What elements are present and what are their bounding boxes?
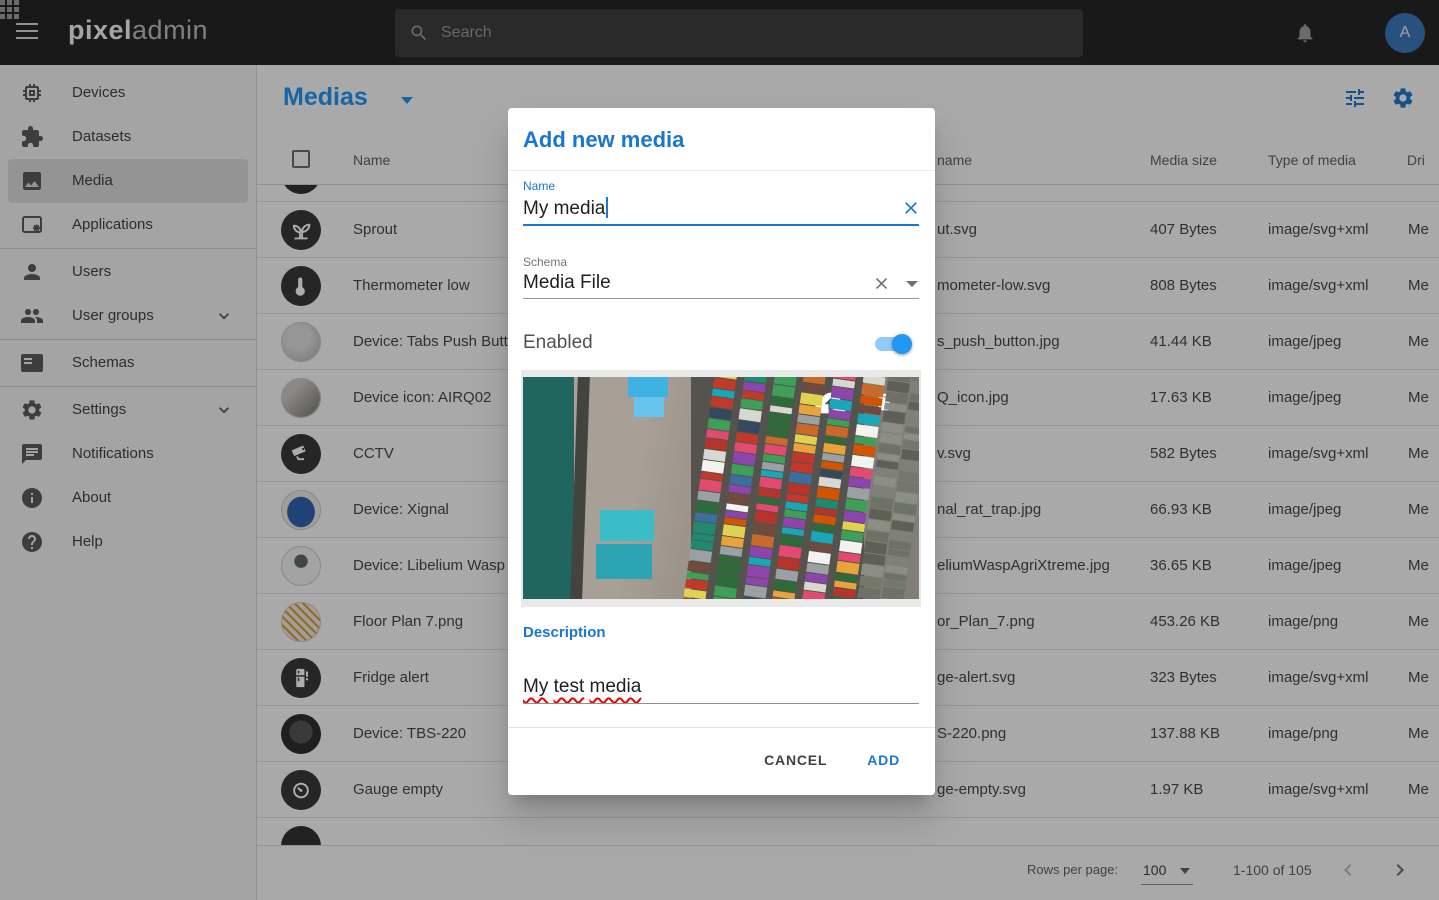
media-preview-panel	[521, 370, 921, 607]
dialog-title: Add new media	[523, 127, 684, 153]
description-input[interactable]: My test media	[523, 676, 641, 698]
dialog-header-divider	[508, 170, 935, 171]
dialog-actions: CANCEL ADD	[762, 742, 902, 778]
schema-clear-icon[interactable]	[872, 274, 891, 293]
port-photo	[523, 377, 919, 599]
photo-blue-roof-2	[634, 397, 664, 417]
enabled-label: Enabled	[523, 332, 593, 354]
schema-field-select[interactable]: Media File	[523, 272, 611, 294]
app-screen: pixeladmin A Devices Datasets Media Appl…	[0, 0, 1439, 900]
add-media-dialog: Add new media Name My media Schema Media…	[508, 108, 935, 795]
add-button[interactable]: ADD	[865, 752, 902, 768]
schema-field-underline	[523, 298, 919, 299]
name-field-input[interactable]: My media	[523, 197, 608, 220]
schema-dropdown-caret-icon[interactable]	[906, 281, 918, 287]
name-field-label: Name	[523, 179, 555, 193]
description-label: Description	[523, 624, 606, 641]
photo-teal-canopy	[600, 510, 653, 541]
dialog-footer-divider	[508, 727, 935, 728]
enabled-toggle[interactable]	[875, 337, 909, 351]
toggle-knob	[892, 334, 912, 354]
photo-water-area	[523, 377, 574, 599]
name-clear-icon[interactable]	[901, 198, 921, 218]
cancel-button[interactable]: CANCEL	[762, 752, 829, 768]
description-underline	[523, 703, 919, 704]
photo-teal-canopy-2	[596, 544, 651, 580]
photo-blue-roof	[628, 377, 668, 397]
schema-field-label: Schema	[523, 255, 567, 269]
text-cursor	[606, 197, 608, 218]
name-field-underline	[523, 224, 919, 226]
